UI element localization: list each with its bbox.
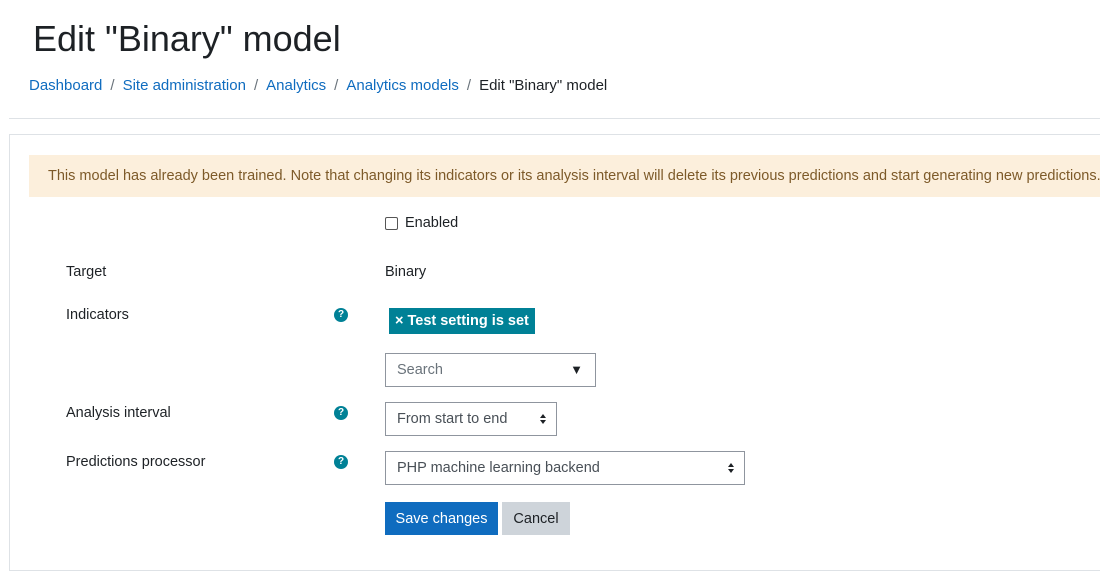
enabled-label[interactable]: Enabled (405, 215, 458, 231)
trained-model-alert: This model has already been trained. Not… (29, 155, 1100, 197)
breadcrumb-item-dashboard[interactable]: Dashboard (29, 77, 102, 95)
indicator-tag-label: Test setting is set (407, 313, 529, 329)
indicator-tag-test-setting[interactable]: × Test setting is set (389, 308, 535, 334)
breadcrumb-item-analytics-models[interactable]: Analytics models (346, 77, 459, 95)
search-placeholder: Search (397, 362, 443, 378)
page-title: Edit "Binary" model (33, 18, 341, 59)
breadcrumb-separator: / (466, 77, 472, 94)
target-value: Binary (385, 264, 427, 280)
header-divider (9, 118, 1100, 119)
predictions-processor-label: Predictions processor (66, 454, 206, 470)
breadcrumb-separator: / (334, 77, 339, 94)
breadcrumb: Dashboard / Site administration / Analyt… (29, 77, 607, 95)
save-changes-button[interactable]: Save changes (385, 502, 498, 535)
breadcrumb-separator: / (110, 77, 115, 94)
breadcrumb-current: Edit "Binary" model (479, 77, 608, 94)
breadcrumb-item-analytics[interactable]: Analytics (266, 77, 326, 95)
predictions-processor-help-icon[interactable]: ? (334, 455, 348, 469)
breadcrumb-item-site-administration[interactable]: Site administration (123, 77, 246, 95)
analysis-interval-select[interactable]: From start to end (385, 402, 557, 436)
indicators-label: Indicators (66, 307, 129, 323)
dropdown-caret-icon[interactable]: ▼ (570, 354, 583, 386)
predictions-processor-value: PHP machine learning backend (397, 460, 600, 476)
analysis-interval-value: From start to end (397, 411, 508, 427)
analysis-interval-label: Analysis interval (66, 405, 171, 421)
select-arrows-icon (728, 463, 734, 473)
enabled-checkbox[interactable] (385, 216, 398, 230)
cancel-button[interactable]: Cancel (502, 502, 570, 535)
breadcrumb-separator: / (253, 77, 259, 94)
select-arrows-icon (540, 414, 546, 424)
remove-tag-icon[interactable]: × (395, 313, 403, 329)
predictions-processor-select[interactable]: PHP machine learning backend (385, 451, 745, 485)
analysis-interval-help-icon[interactable]: ? (334, 406, 348, 420)
target-label: Target (66, 264, 107, 280)
indicators-help-icon[interactable]: ? (334, 308, 348, 322)
enabled-checkbox-row[interactable]: Enabled (385, 215, 458, 231)
indicators-search-input[interactable]: Search ▼ (385, 353, 596, 387)
